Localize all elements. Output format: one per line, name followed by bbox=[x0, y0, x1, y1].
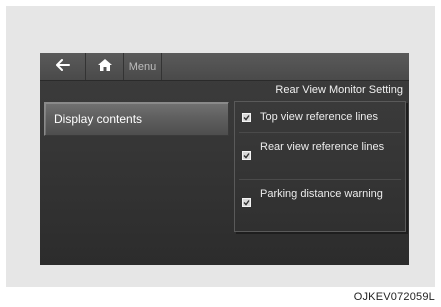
options-panel: Top view reference lines Rear view refer… bbox=[234, 101, 406, 232]
option-label: Top view reference lines bbox=[260, 111, 379, 123]
menu-item-label: Display contents bbox=[54, 112, 143, 126]
back-arrow-icon bbox=[55, 58, 70, 76]
infotainment-screen: Menu Rear View Monitor Setting Display c… bbox=[40, 53, 409, 265]
page-title: Rear View Monitor Setting bbox=[275, 84, 403, 96]
option-label: Rear view reference lines bbox=[260, 141, 385, 153]
checkbox-checked-icon[interactable] bbox=[242, 151, 251, 160]
divider bbox=[239, 132, 401, 133]
option-rear-view-reference-lines[interactable]: Rear view reference lines bbox=[235, 142, 405, 172]
option-top-view-reference-lines[interactable]: Top view reference lines bbox=[235, 108, 405, 130]
home-icon bbox=[97, 58, 112, 76]
menu-item-display-contents[interactable]: Display contents bbox=[44, 102, 229, 136]
option-label: Parking distance warning bbox=[260, 188, 383, 200]
figure-code: OJKEV072059L bbox=[353, 291, 435, 303]
option-parking-distance-warning[interactable]: Parking distance warning bbox=[235, 189, 405, 219]
checkbox-checked-icon[interactable] bbox=[242, 198, 251, 207]
checkbox-checked-icon[interactable] bbox=[242, 113, 251, 122]
home-button[interactable] bbox=[86, 53, 124, 80]
menu-label: Menu bbox=[128, 60, 157, 73]
back-button[interactable] bbox=[40, 53, 86, 80]
top-bar: Menu bbox=[40, 53, 409, 81]
menu-button[interactable]: Menu bbox=[124, 53, 162, 80]
divider bbox=[239, 179, 401, 180]
